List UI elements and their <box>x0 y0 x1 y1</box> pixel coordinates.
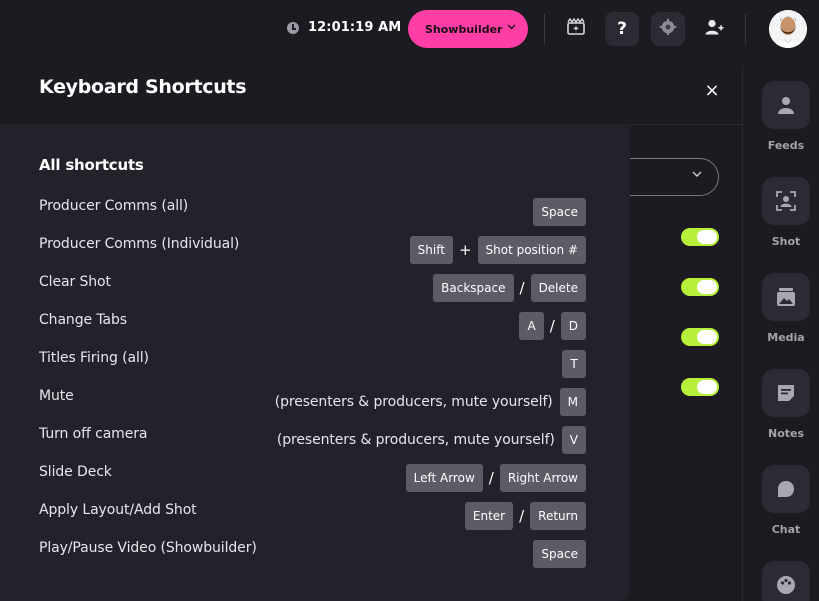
keycap: T <box>562 350 586 378</box>
shortcut-keys: Space <box>533 539 586 569</box>
shortcut-keys: (presenters & producers, mute yourself) V <box>277 425 586 455</box>
keycap: V <box>561 426 586 454</box>
clock-time: 12:01:19 AM <box>308 20 402 35</box>
help-button[interactable]: ? <box>605 12 639 46</box>
toolbar-divider <box>544 14 545 44</box>
shortcut-row: Play/Pause Video (Showbuilder) Space <box>39 539 586 569</box>
add-user-icon <box>704 18 724 40</box>
keycap: M <box>559 388 586 416</box>
key-separator: / <box>488 469 494 487</box>
chat-icon <box>762 465 810 513</box>
toggle-switch[interactable] <box>681 328 719 346</box>
palette-icon <box>762 561 810 601</box>
keyboard-shortcuts-modal: Keyboard Shortcuts All shortcuts Produce… <box>0 48 630 601</box>
shortcut-row: Slide Deck Left Arrow / Right Arrow <box>39 463 586 493</box>
invite-user-button[interactable] <box>697 12 731 46</box>
sidebar-item-label: Shot <box>771 235 801 248</box>
help-icon: ? <box>617 19 627 39</box>
toggle-switch[interactable] <box>681 378 719 396</box>
shortcut-label: Producer Comms (Individual) <box>39 236 240 252</box>
shortcut-row: Titles Firing (all) T <box>39 349 586 379</box>
shortcut-label: Mute <box>39 388 74 404</box>
clock-icon <box>287 21 299 34</box>
sidebar-item-label: Chat <box>771 523 801 536</box>
mode-label: Showbuilder <box>425 22 503 36</box>
keycap: Right Arrow <box>499 464 586 492</box>
sidebar-item-shot[interactable]: Shot <box>762 177 810 248</box>
shortcut-label: Titles Firing (all) <box>39 350 149 366</box>
keycap: Space <box>533 198 586 226</box>
keycap: Backspace <box>433 274 514 302</box>
modal-title: Keyboard Shortcuts <box>39 76 247 98</box>
key-separator: / <box>519 507 525 525</box>
shot-icon <box>762 177 810 225</box>
keycap: Left Arrow <box>405 464 483 492</box>
shortcut-keys: Space <box>533 197 586 227</box>
shortcut-keys: T <box>562 349 586 379</box>
keycap: Enter <box>464 502 514 530</box>
shortcut-note: (presenters & producers, mute yourself) <box>274 394 553 410</box>
toggle-switch[interactable] <box>681 228 719 246</box>
shortcut-keys: Left Arrow / Right Arrow <box>405 463 586 493</box>
shortcut-row: Change Tabs A / D <box>39 311 586 341</box>
key-separator: / <box>549 317 555 335</box>
settings-button[interactable] <box>651 12 685 46</box>
sidebar-item-label: Notes <box>767 427 805 440</box>
sidebar-item-chat[interactable]: Chat <box>762 465 810 536</box>
shortcut-label: Apply Layout/Add Shot <box>39 502 197 518</box>
shortcut-keys: (presenters & producers, mute yourself) M <box>275 387 586 417</box>
keycap: Return <box>530 502 586 530</box>
shortcut-label: Clear Shot <box>39 274 111 290</box>
shortcut-label: Play/Pause Video (Showbuilder) <box>39 540 257 556</box>
shortcut-note: (presenters & producers, mute yourself) <box>276 432 555 448</box>
shortcut-row: Mute (presenters & producers, mute yourse… <box>39 387 586 417</box>
keycap: Delete <box>530 274 586 302</box>
mode-dropdown-button[interactable]: Showbuilder <box>408 10 528 48</box>
sidebar-item-notes[interactable]: Notes <box>762 369 810 440</box>
right-sidebar: Feeds Shot Media Notes Chat <box>743 66 819 601</box>
keycap: Shift <box>409 236 453 264</box>
key-separator: / <box>519 279 525 297</box>
shortcut-row: Turn off camera (presenters & producers, … <box>39 425 586 455</box>
media-icon <box>762 273 810 321</box>
sidebar-item-label: Feeds <box>767 139 805 152</box>
toggle-switch[interactable] <box>681 278 719 296</box>
key-separator: + <box>458 241 472 259</box>
settings-icon <box>659 18 677 40</box>
shortcut-keys: Enter / Return <box>464 501 586 531</box>
modal-header: Keyboard Shortcuts <box>0 48 630 124</box>
chevron-down-icon <box>507 23 516 33</box>
shortcut-keys: Backspace / Delete <box>433 273 586 303</box>
shortcut-keys: Shift + Shot position # <box>409 235 586 265</box>
shortcut-row: Producer Comms (Individual) Shift + Shot po… <box>39 235 586 265</box>
notes-icon <box>762 369 810 417</box>
shortcut-label: Change Tabs <box>39 312 127 328</box>
session-clock: 12:01:19 AM <box>287 20 401 35</box>
sidebar-item-feeds[interactable]: Feeds <box>762 81 810 152</box>
scene-effects-icon <box>566 17 586 40</box>
sidebar-item-label: Media <box>767 331 805 344</box>
shortcut-label: Slide Deck <box>39 464 112 480</box>
sidebar-item-media[interactable]: Media <box>762 273 810 344</box>
keycap: Space <box>533 540 586 568</box>
feeds-icon <box>762 81 810 129</box>
sidebar-item-themes[interactable] <box>762 561 810 601</box>
user-avatar[interactable] <box>769 10 807 48</box>
close-icon[interactable]: × <box>703 80 721 102</box>
shortcut-row: Apply Layout/Add Shot Enter / Return <box>39 501 586 531</box>
keycap: A <box>519 312 544 340</box>
shortcut-label: Producer Comms (all) <box>39 198 189 214</box>
panel-divider <box>630 124 742 125</box>
chevron-down-icon <box>692 169 702 180</box>
keycap: Shot position # <box>477 236 586 264</box>
section-title: All shortcuts <box>39 156 144 174</box>
shortcut-row: Clear Shot Backspace / Delete <box>39 273 586 303</box>
scene-effects-button[interactable] <box>559 12 593 46</box>
keycap: D <box>560 312 586 340</box>
toolbar-divider <box>745 14 746 44</box>
shortcut-keys: A / D <box>519 311 586 341</box>
shortcut-label: Turn off camera <box>39 426 148 442</box>
shortcut-row: Producer Comms (all) Space <box>39 197 586 227</box>
